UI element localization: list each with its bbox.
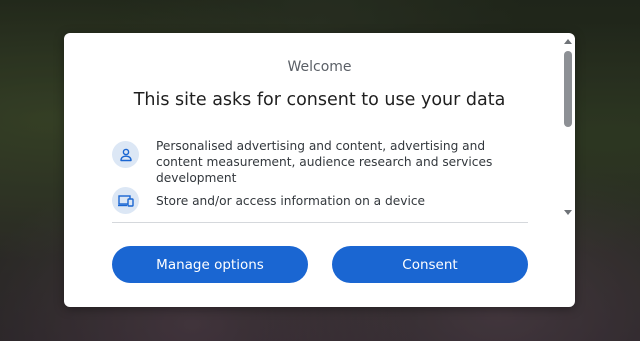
person-icon bbox=[112, 141, 139, 168]
scroll-up-arrow-icon[interactable] bbox=[564, 39, 572, 44]
scrollbar-thumb[interactable] bbox=[564, 51, 572, 127]
purpose-text: Personalised advertising and content, ad… bbox=[156, 139, 493, 185]
purpose-text: Store and/or access information on a dev… bbox=[156, 194, 426, 208]
scroll-down-arrow-icon[interactable] bbox=[564, 210, 572, 215]
purpose-item: Personalised advertising and content, ad… bbox=[112, 137, 532, 185]
dialog-headline: This site asks for consent to use your d… bbox=[133, 90, 506, 110]
consent-dialog: Welcome This site asks for consent to us… bbox=[64, 33, 575, 307]
scrollbar[interactable] bbox=[562, 33, 575, 223]
purpose-item: Store and/or access information on a dev… bbox=[112, 187, 532, 217]
divider bbox=[112, 222, 528, 223]
welcome-label: Welcome bbox=[287, 59, 352, 75]
dialog-scroll-area[interactable]: Welcome This site asks for consent to us… bbox=[64, 33, 562, 223]
consent-button[interactable]: Consent bbox=[332, 246, 528, 283]
manage-options-button[interactable]: Manage options bbox=[112, 246, 308, 283]
devices-icon bbox=[112, 187, 139, 214]
